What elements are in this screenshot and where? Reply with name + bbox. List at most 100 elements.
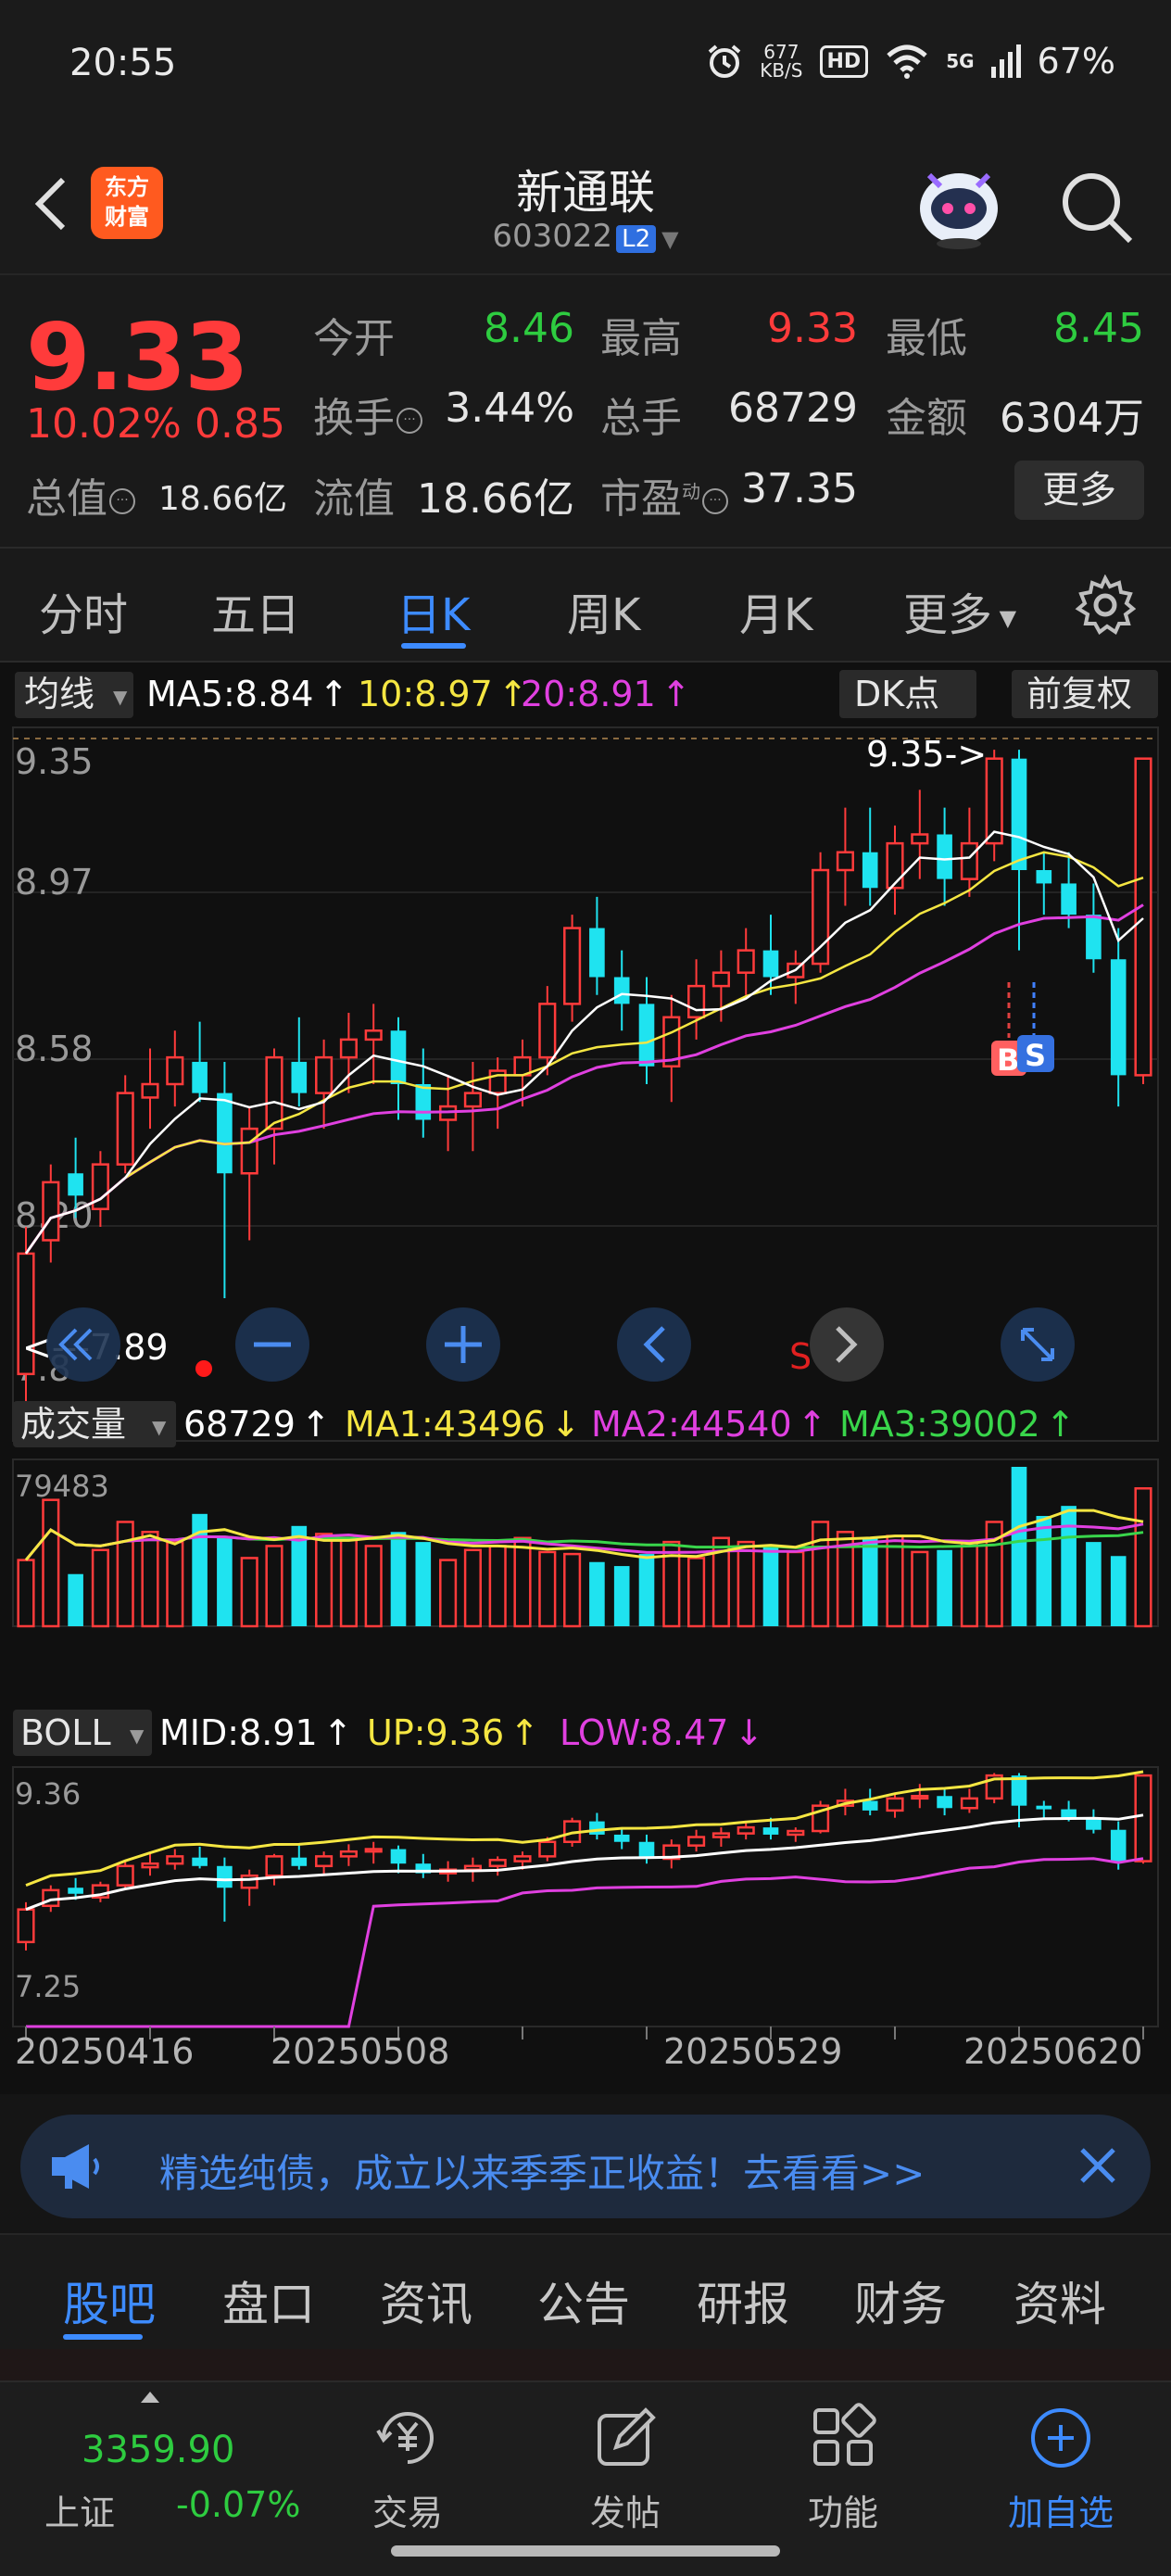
volume-bar (762, 1546, 779, 1626)
last-price: 9.33 (26, 303, 249, 411)
caret-down-icon: ▼ (661, 226, 679, 252)
volume-bar (488, 1545, 507, 1628)
boll-candle (1110, 1829, 1127, 1862)
boll-candle (217, 1865, 233, 1888)
info-icon: ··· (702, 488, 728, 514)
boll-candle (488, 1859, 507, 1868)
volume-bar (116, 1521, 134, 1628)
caret-down-icon: ▼ (992, 605, 1017, 631)
y-label: 8.58 (15, 1029, 94, 1069)
x-label: 20250416 (15, 2031, 194, 2072)
candle (836, 851, 854, 872)
boll-mid-legend: MID:8.91 ↑ (159, 1712, 353, 1753)
post-label: 发帖 (589, 2493, 661, 2533)
tab-forum[interactable]: 股吧 (63, 2267, 156, 2334)
add-watchlist-button[interactable]: 加自选 (982, 2401, 1140, 2535)
close-icon[interactable] (1065, 2133, 1130, 2198)
battery-level: 67% (1037, 41, 1115, 82)
scroll-left-button[interactable] (617, 1307, 691, 1382)
boll-candle (240, 1874, 258, 1889)
vol-ma3-legend: MA3:39002 ↑ (839, 1404, 1076, 1445)
label-turnover[interactable]: 换手 ··· (313, 385, 422, 444)
bottom-dock: 3359.90 上证 -0.07% 交易 发帖 功能 加自选 (0, 2380, 1171, 2576)
hd-icon: HD (819, 44, 869, 78)
search-icon[interactable] (1056, 167, 1136, 246)
label-total-cap[interactable]: 总值 ··· (26, 465, 135, 524)
volume-bar (17, 1559, 35, 1628)
volume-bar (68, 1573, 83, 1626)
tab-order-book[interactable]: 盘口 (222, 2267, 315, 2334)
tab-five-day[interactable]: 五日 (211, 578, 300, 643)
zoom-in-button[interactable] (426, 1307, 500, 1382)
tab-profile[interactable]: 资料 (1014, 2267, 1106, 2334)
level2-badge: L2 (616, 225, 657, 253)
more-button[interactable]: 更多 (1014, 461, 1144, 520)
tab-research[interactable]: 研报 (697, 2267, 789, 2334)
candle (862, 852, 878, 889)
post-button[interactable]: 发帖 (547, 2401, 704, 2535)
volume-bar (415, 1542, 432, 1626)
volume-bar (1110, 1556, 1127, 1626)
tab-weekly-k[interactable]: 周K (567, 578, 640, 643)
index-name[interactable]: 上证 (44, 2484, 115, 2535)
info-icon: ··· (397, 408, 422, 434)
boll-candle (1134, 1774, 1152, 1863)
index-value[interactable]: 3359.90 (82, 2429, 234, 2471)
gear-icon[interactable] (1075, 575, 1136, 636)
label-pe[interactable]: 市盈动 ··· (600, 465, 728, 524)
function-button[interactable]: 功能 (764, 2401, 922, 2535)
zoom-out-button[interactable] (235, 1307, 309, 1382)
candle (240, 1127, 258, 1175)
candle (339, 1038, 358, 1059)
boll-candle (68, 1888, 83, 1894)
dk-point-label: DK点 (854, 674, 939, 714)
label-low: 最低 (886, 315, 967, 362)
tab-announcements[interactable]: 公告 (537, 2267, 630, 2334)
candle (415, 1084, 432, 1120)
candle (68, 1173, 83, 1196)
boll-candle (589, 1821, 605, 1835)
candle (463, 1092, 482, 1108)
rewind-button[interactable] (46, 1307, 120, 1382)
candle (265, 1055, 283, 1130)
volume-bar (812, 1521, 830, 1628)
chart-area[interactable]: 均线 ▼ MA5:8.84 ↑ 10:8.97 ↑ 20:8.91 ↑ DK点 前复权… (0, 663, 1171, 2094)
boll-candle (339, 1850, 358, 1858)
index-change-percent[interactable]: -0.07% (176, 2484, 300, 2525)
volume-bar (911, 1550, 929, 1628)
candle (166, 1055, 184, 1086)
promo-banner[interactable]: 精选纯债，成立以来季季正收益！去看看>> (20, 2115, 1151, 2218)
scroll-right-button[interactable] (810, 1307, 884, 1382)
alarm-icon (708, 44, 741, 78)
candle (762, 950, 779, 978)
boll-candle (42, 1888, 60, 1908)
change-percent: 10.02% (26, 400, 182, 448)
tab-financials[interactable]: 财务 (854, 2267, 947, 2334)
candle (192, 1061, 208, 1093)
kline-chart-svg[interactable]: 均线 ▼ MA5:8.84 ↑ 10:8.97 ↑ 20:8.91 ↑ DK点 前复权… (0, 663, 1171, 2094)
tab-news[interactable]: 资讯 (380, 2267, 472, 2334)
tab-monthly-k[interactable]: 月K (739, 578, 812, 643)
trade-button[interactable]: 交易 (329, 2401, 486, 2535)
boll-candle (17, 1908, 35, 1944)
candle (217, 1092, 233, 1174)
x-label: 20250508 (271, 2031, 449, 2072)
volume-indicator-label: 成交量 (20, 1404, 126, 1445)
volume-bar (960, 1540, 978, 1628)
x-label: 20250529 (663, 2031, 842, 2072)
boll-y-label: 9.36 (15, 1776, 81, 1812)
volume-bar (563, 1552, 582, 1628)
tab-daily-k[interactable]: 日K (397, 578, 470, 643)
volume-y-label: 79483 (15, 1469, 109, 1504)
dk-dot (195, 1360, 212, 1377)
tab-intraday[interactable]: 分时 (39, 578, 128, 643)
candle (613, 977, 630, 1004)
buy-badge-text: B (997, 1042, 1019, 1078)
boll-candle (141, 1862, 159, 1869)
home-indicator[interactable] (391, 2545, 780, 2557)
tab-more[interactable]: 更多 ▼ (903, 578, 1016, 643)
boll-candles (17, 1773, 1152, 1951)
volume-bar (1086, 1542, 1102, 1626)
robot-assistant-icon[interactable] (913, 162, 1005, 250)
fullscreen-button[interactable] (1001, 1307, 1075, 1382)
